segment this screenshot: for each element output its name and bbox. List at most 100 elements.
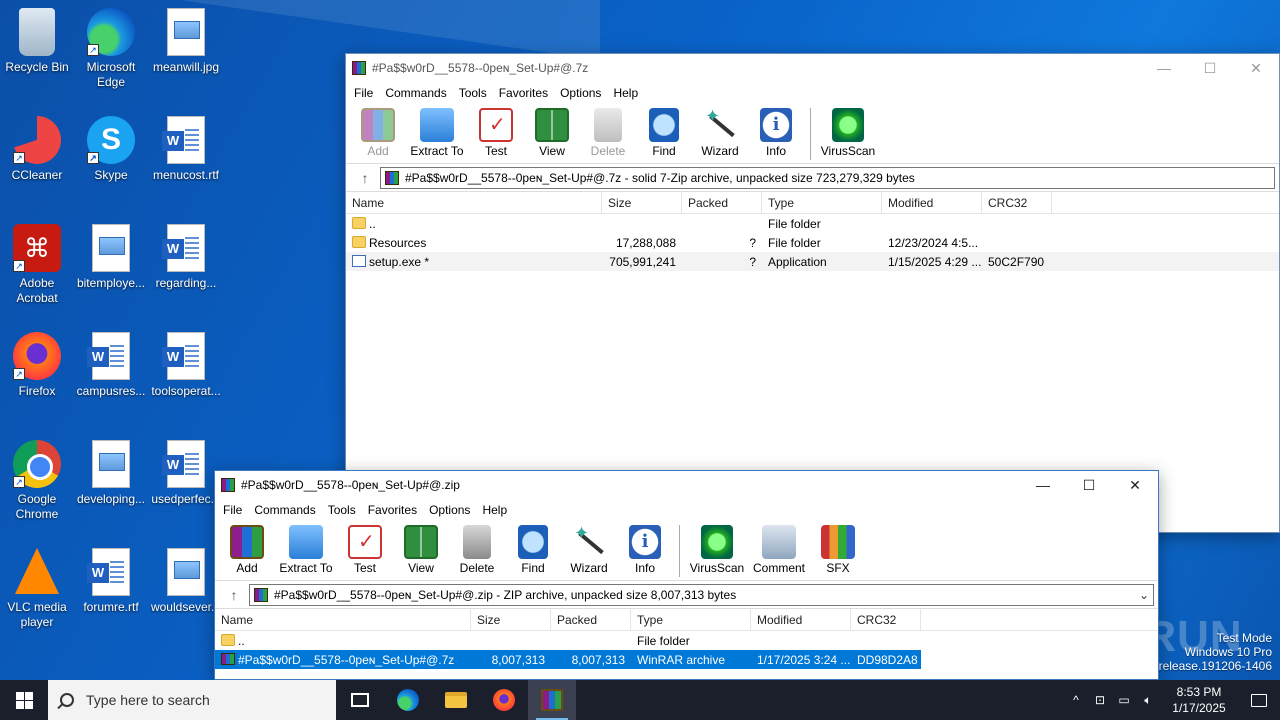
taskbar-winrar[interactable] [528, 680, 576, 720]
address-box[interactable]: #Pa$$w0rD__5578--0peɴ_Set-Up#@.zip - ZIP… [249, 583, 1154, 606]
extract-to-button[interactable]: Extract To [406, 108, 468, 158]
column-modified[interactable]: Modified [882, 191, 982, 214]
column-crc32[interactable]: CRC32 [982, 191, 1052, 214]
desktop-icon-usedperfec[interactable]: W usedperfec... [150, 440, 222, 507]
info-button[interactable]: Info [748, 108, 804, 158]
menu-tools[interactable]: Tools [453, 86, 493, 100]
desktop-icon-regarding[interactable]: W regarding... [150, 224, 222, 291]
minimize-button[interactable]: — [1020, 471, 1066, 499]
desktop-icon-forumre[interactable]: W forumre.rtf [75, 548, 147, 615]
menu-options[interactable]: Options [423, 503, 476, 517]
column-packed[interactable]: Packed [682, 191, 762, 214]
test-button[interactable]: Test [468, 108, 524, 158]
maximize-button[interactable]: ☐ [1066, 471, 1112, 499]
column-size[interactable]: Size [471, 608, 551, 631]
menu-file[interactable]: File [348, 86, 379, 100]
task-view-button[interactable] [336, 680, 384, 720]
tool-label: VirusScan [820, 144, 876, 158]
network-icon[interactable]: ▭ [1112, 693, 1136, 707]
add-button[interactable]: Add [219, 525, 275, 575]
notification-icon [1251, 693, 1267, 707]
winrar-window-7z[interactable]: #Pa$$w0rD__5578--0peɴ_Set-Up#@.7z — ☐ ✕ … [345, 53, 1280, 533]
menu-file[interactable]: File [217, 503, 248, 517]
desktop-icon-firefox[interactable]: ↗ Firefox [1, 332, 73, 399]
menu-tools[interactable]: Tools [322, 503, 362, 517]
close-button[interactable]: ✕ [1112, 471, 1158, 499]
list-item[interactable]: Resources 17,288,088 ? File folder 12/23… [346, 233, 1279, 252]
desktop-icon-wouldsever[interactable]: wouldsever... [150, 548, 222, 615]
extract-to-button[interactable]: Extract To [275, 525, 337, 575]
chevron-down-icon[interactable]: ⌄ [1135, 588, 1153, 602]
clock[interactable]: 8:53 PM 1/17/2025 [1160, 684, 1238, 716]
info-button[interactable]: Info [617, 525, 673, 575]
up-arrow-icon[interactable]: ↑ [219, 587, 249, 603]
column-name[interactable]: Name [215, 608, 471, 631]
address-box[interactable]: #Pa$$w0rD__5578--0peɴ_Set-Up#@.7z - soli… [380, 166, 1275, 189]
desktop-icon-bitemploye[interactable]: bitemploye... [75, 224, 147, 291]
desktop-icon-label: Firefox [18, 384, 56, 398]
menu-favorites[interactable]: Favorites [493, 86, 554, 100]
menu-help[interactable]: Help [607, 86, 644, 100]
taskbar-search[interactable]: Type here to search [48, 680, 336, 720]
desktop-icon-ccleaner[interactable]: ↗ CCleaner [1, 116, 73, 183]
column-crc32[interactable]: CRC32 [851, 608, 921, 631]
column-size[interactable]: Size [602, 191, 682, 214]
column-modified[interactable]: Modified [751, 608, 851, 631]
minimize-button[interactable]: — [1141, 54, 1187, 82]
desktop-icon-campusres[interactable]: W campusres... [75, 332, 147, 399]
list-item[interactable]: setup.exe * 705,991,241 ? Application 1/… [346, 252, 1279, 271]
menu-favorites[interactable]: Favorites [362, 503, 423, 517]
desktop-icon-menucost[interactable]: W menucost.rtf [150, 116, 222, 183]
delete-button[interactable]: Delete [580, 108, 636, 158]
virusscan-button[interactable]: VirusScan [817, 108, 879, 158]
desktop-icon-developing[interactable]: developing... [75, 440, 147, 507]
taskbar-edge[interactable] [384, 680, 432, 720]
desktop-icon-toolsoperat[interactable]: W toolsoperat... [150, 332, 222, 399]
desktop-icon-skype[interactable]: S ↗ Skype [75, 116, 147, 183]
menu-commands[interactable]: Commands [248, 503, 321, 517]
desktop-icon-acrobat[interactable]: ⌘ ↗ Adobe Acrobat [1, 224, 73, 306]
taskbar-firefox[interactable] [480, 680, 528, 720]
menu-options[interactable]: Options [554, 86, 607, 100]
column-type[interactable]: Type [762, 191, 882, 214]
find-button[interactable]: Find [505, 525, 561, 575]
up-arrow-icon[interactable]: ↑ [350, 170, 380, 186]
column-type[interactable]: Type [631, 608, 751, 631]
title-bar[interactable]: #Pa$$w0rD__5578--0peɴ_Set-Up#@.7z — ☐ ✕ [346, 54, 1279, 82]
desktop-icon-edge[interactable]: ↗ Microsoft Edge [75, 8, 147, 90]
action-center-button[interactable] [1238, 680, 1280, 720]
title-bar[interactable]: #Pa$$w0rD__5578--0peɴ_Set-Up#@.zip — ☐ ✕ [215, 471, 1158, 499]
taskbar-file-explorer[interactable] [432, 680, 480, 720]
list-item[interactable]: .. File folder [215, 631, 1158, 650]
desktop-icon-meanwill[interactable]: meanwill.jpg [150, 8, 222, 75]
menu-commands[interactable]: Commands [379, 86, 452, 100]
desktop-icon-chrome[interactable]: ↗ Google Chrome [1, 440, 73, 522]
close-button[interactable]: ✕ [1233, 54, 1279, 82]
file-crc: DD98D2A8 [857, 652, 918, 667]
desktop-icon-vlc[interactable]: VLC media player [1, 548, 73, 630]
chevron-up-icon[interactable]: ^ [1064, 693, 1088, 707]
wizard-button[interactable]: Wizard [692, 106, 748, 158]
meet-now-icon[interactable]: ⊡ [1088, 693, 1112, 707]
menu-help[interactable]: Help [476, 503, 513, 517]
desktop-icon-recycle-bin[interactable]: Recycle Bin [1, 8, 73, 75]
list-item-selected[interactable]: #Pa$$w0rD__5578--0peɴ_Set-Up#@.7z 8,007,… [215, 650, 921, 669]
add-button[interactable]: Add [350, 108, 406, 158]
view-button[interactable]: View [393, 525, 449, 575]
list-item[interactable]: .. File folder [346, 214, 1279, 233]
comment-button[interactable]: Comment [748, 525, 810, 575]
sfx-button[interactable]: SFX [810, 525, 866, 575]
winrar-window-zip[interactable]: #Pa$$w0rD__5578--0peɴ_Set-Up#@.zip — ☐ ✕… [214, 470, 1159, 680]
column-name[interactable]: Name [346, 191, 602, 214]
image-file-icon [92, 440, 130, 488]
volume-icon[interactable]: 🔈︎ [1136, 693, 1160, 708]
maximize-button[interactable]: ☐ [1187, 54, 1233, 82]
delete-button[interactable]: Delete [449, 525, 505, 575]
wizard-button[interactable]: Wizard [561, 523, 617, 575]
view-button[interactable]: View [524, 108, 580, 158]
column-packed[interactable]: Packed [551, 608, 631, 631]
test-button[interactable]: Test [337, 525, 393, 575]
virusscan-button[interactable]: VirusScan [686, 525, 748, 575]
find-button[interactable]: Find [636, 108, 692, 158]
start-button[interactable] [0, 680, 48, 720]
